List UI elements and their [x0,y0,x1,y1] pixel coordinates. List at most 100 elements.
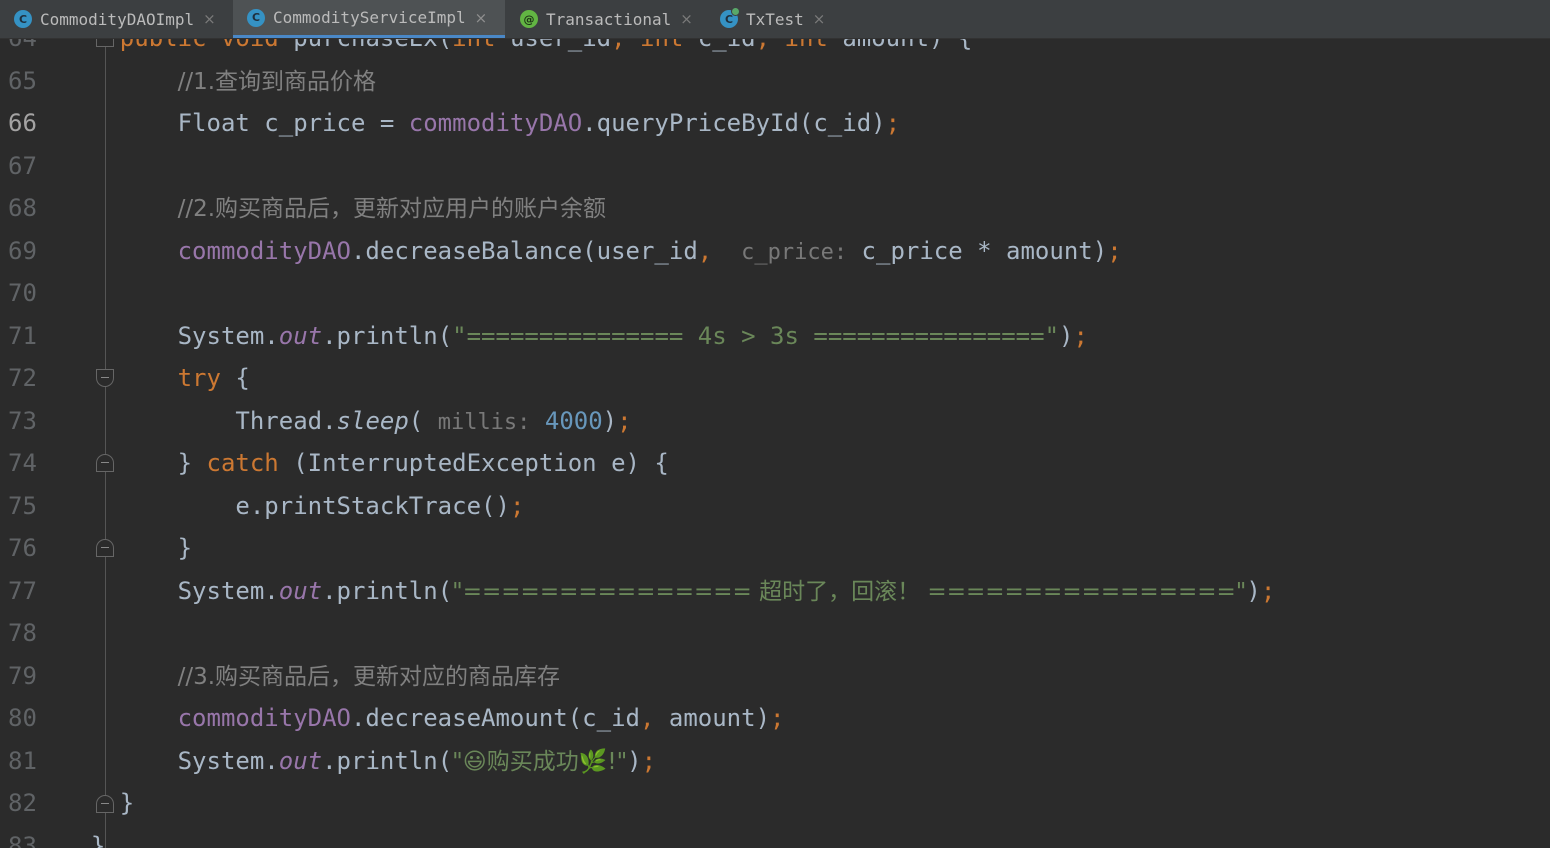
line-number: 73 [8,406,37,435]
code-token: .println( [322,321,453,350]
line-number: 80 [8,704,37,732]
tab-commodity-service-impl[interactable]: C CommodityServiceImpl × [233,0,505,38]
code-token: c_price * amount) [847,236,1108,265]
line-number: 83 [8,831,37,848]
code-token: //3.购买商品后，更新对应的商品库存 [177,663,561,690]
code-token: } [62,449,207,477]
line-number: 70 [8,279,37,307]
code-token: 4000 [544,406,603,435]
code-token: .println( [322,746,453,775]
code-token: commodityDAO [177,704,351,732]
line-number: 68 [8,194,37,222]
code-line[interactable]: System.out.println("😃购买成功🌿!"); [62,740,656,782]
code-token: } [62,534,193,562]
code-token: ; [1107,236,1122,265]
code-line[interactable]: } [62,527,192,569]
code-line[interactable]: try { [62,357,250,399]
code-token: ) [627,746,642,775]
code-token: Thread. [62,406,337,435]
line-number: 82 [8,789,37,817]
line-number: 71 [8,321,37,350]
code-line[interactable]: commodityDAO.decreaseAmount(c_id, amount… [62,697,785,739]
line-number: 65 [8,66,37,95]
code-token: ; [617,406,632,435]
code-token: out [278,321,323,350]
annotation-icon: @ [520,10,538,28]
code-token: , [697,236,713,265]
code-token: millis: [437,409,531,435]
close-icon[interactable]: × [680,10,693,28]
code-token: c_price: [741,239,848,265]
code-line[interactable]: //1.查询到商品价格 [62,60,376,102]
code-token: , [639,704,655,732]
tab-transactional[interactable]: @ Transactional × [506,0,706,38]
close-icon[interactable]: × [813,10,826,28]
code-token: Float c_price = [62,109,409,137]
code-token: ; [885,109,901,137]
line-number: 64 [8,39,68,59]
code-token: out [278,746,323,775]
code-token: commodityDAO [177,236,351,265]
code-token: //1.查询到商品价格 [177,68,377,95]
code-line[interactable]: //2.购买商品后，更新对应用户的账户余额 [62,187,606,229]
code-token: ; [1260,576,1276,605]
code-line[interactable]: public void purchaseEx(int user_id, int … [62,39,973,59]
code-token: ; [641,746,657,775]
close-icon[interactable]: × [203,10,216,28]
code-token: { [220,364,250,392]
code-line[interactable]: } [62,825,105,848]
code-line[interactable]: e.printStackTrace(); [62,485,524,527]
code-token: ) [1059,321,1074,350]
code-token: ; [1073,321,1088,350]
tab-commodity-dao-impl[interactable]: C CommodityDAOImpl × [0,0,232,38]
code-line[interactable]: System.out.println("=============== 超时了，… [62,570,1276,612]
code-token: .println( [322,576,453,605]
code-line[interactable]: commodityDAO.decreaseBalance(user_id, c_… [62,230,1122,272]
code-line[interactable]: } [62,782,134,824]
code-token: ) [1246,576,1261,605]
code-token: amount) [654,704,771,732]
line-number: 77 [8,576,37,605]
code-line[interactable]: System.out.println("=============== 4s >… [62,315,1088,357]
code-token: (InterruptedException e) { [278,449,669,477]
code-token: System. [62,746,279,775]
close-icon[interactable]: × [475,9,488,27]
code-token: "=============== 4s > 3s ===============… [452,321,1060,350]
line-number: 67 [8,151,37,180]
code-token: out [278,576,323,605]
line-number: 79 [8,661,37,690]
editor-tab-bar: C CommodityDAOImpl × C CommodityServiceI… [0,0,1550,39]
code-token: //2.购买商品后，更新对应用户的账户余额 [177,196,607,222]
line-number: 76 [8,534,37,562]
code-token: "😃购买成功🌿!" [452,748,628,775]
code-token: .decreaseBalance(user_id [350,236,698,265]
code-token: ( [408,406,438,435]
line-number: 78 [8,619,37,647]
tab-label: CommodityServiceImpl [273,8,466,27]
line-number: 74 [8,449,37,477]
code-line[interactable]: //3.购买商品后，更新对应的商品库存 [62,655,560,697]
line-number: 66 [8,109,37,137]
test-class-icon: C [720,7,740,28]
tab-label: Transactional [546,9,672,29]
code-line[interactable]: Float c_price = commodityDAO.queryPriceB… [62,102,900,144]
code-line[interactable]: Thread.sleep( millis: 4000); [62,400,632,442]
code-editor[interactable]: 64 public void purchaseEx(int user_id, i… [0,39,1550,848]
line-number: 69 [8,236,37,265]
code-token: .queryPriceById(c_id) [582,109,886,137]
code-token: ) [602,406,618,435]
tab-txtest[interactable]: C TxTest × [706,0,836,38]
code-line[interactable]: } catch (InterruptedException e) { [62,442,669,484]
code-token: System. [62,321,279,350]
class-icon: C [247,8,265,27]
code-token: sleep [336,406,409,435]
code-token: try [177,364,221,392]
